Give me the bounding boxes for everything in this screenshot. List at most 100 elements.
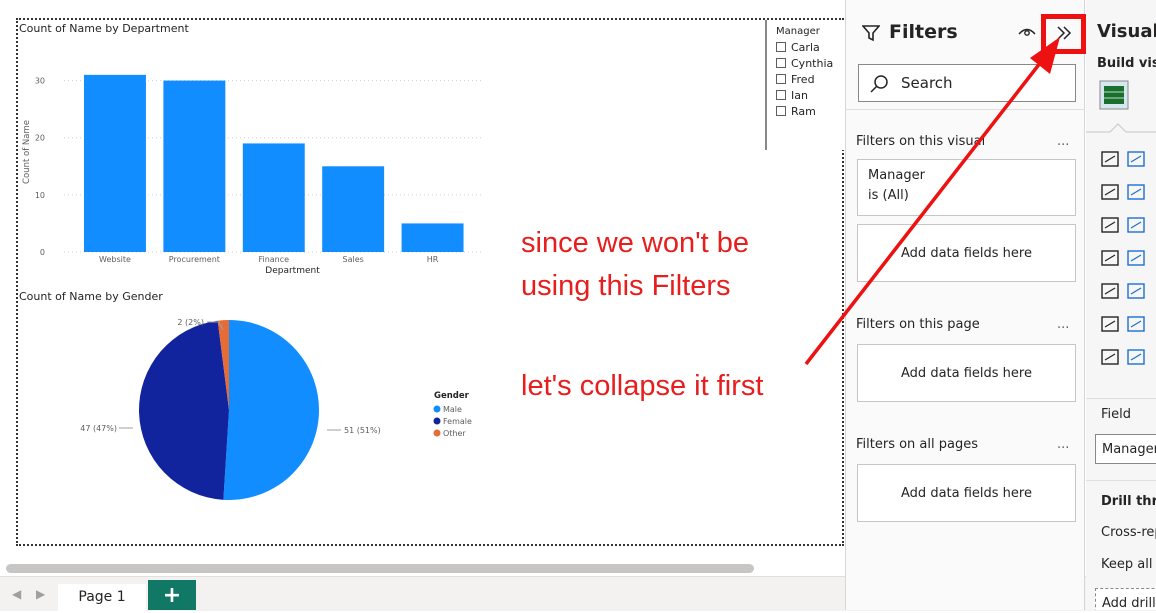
section-filters-all: Filters on all pages [856,437,978,452]
slicer-item-label: Fred [791,72,815,86]
field-well-manager[interactable]: Manager [1095,434,1156,464]
filter-icon [862,25,880,42]
bar-x-tick-label: Procurement [169,255,220,264]
pie-data-label-other: 2 (2%) [177,318,204,327]
drill-through-drop-zone[interactable]: Add drill-through fields here [1095,588,1156,610]
line-chart-icon[interactable] [1100,181,1122,203]
more-options-visual[interactable]: ... [1057,134,1069,149]
pie-slice-male[interactable] [223,320,320,500]
manager-slicer[interactable]: Manager Carla Cynthia Fred Ian Ram [765,20,847,150]
bar-y-axis-label: Count of Name [22,120,32,184]
divider [1086,480,1156,481]
bar-procurement[interactable] [163,80,226,252]
filter-card-field: Manager [868,168,925,183]
slicer-list: Carla Cynthia Fred Ian Ram [776,39,833,119]
annotation-line-3: let's collapse it first [521,370,764,402]
pane-tab-divider [1086,123,1156,133]
slicer-item-ram[interactable]: Ram [776,103,833,119]
slicer-frame [765,20,767,150]
visualizations-pane: Visualizations Build visual Field Manage… [1086,0,1156,610]
drop-zone-page[interactable]: Add data fields here [857,344,1076,402]
matrix-icon[interactable] [1126,280,1148,302]
filters-title: Filters [889,21,958,43]
more-options-page[interactable]: ... [1057,317,1069,332]
checkbox[interactable] [776,74,786,84]
slicer-item-ian[interactable]: Ian [776,87,833,103]
field-label: Field [1101,407,1132,422]
next-page-icon[interactable]: ▶ [36,587,45,601]
bar-x-tick-label: HR [427,255,439,264]
manager-filter-card[interactable]: Manager is (All) [857,159,1076,216]
map-icon[interactable] [1100,247,1122,269]
cross-report-toggle-label[interactable]: Cross-report [1101,525,1156,540]
pie-legend-title: Gender [434,391,470,401]
legend-item-male[interactable]: Male [443,405,462,414]
bar-y-tick-label: 0 [40,248,45,257]
power-apps-icon[interactable] [1100,346,1122,368]
bar-hr[interactable] [401,223,464,252]
bar-x-tick-label: Finance [258,255,289,264]
bar-x-tick-label: Sales [343,255,364,264]
horizontal-scrollbar[interactable] [6,564,754,573]
clustered-column-chart-icon[interactable] [1126,148,1148,170]
stacked-bar-chart-icon[interactable] [1100,148,1122,170]
slicer-item-label: Cynthia [791,56,834,70]
drop-zone-all[interactable]: Add data fields here [857,464,1076,522]
section-filters-page: Filters on this page [856,317,980,332]
checkbox[interactable] [776,58,786,68]
add-page-button[interactable]: + [148,580,196,610]
filled-map-icon[interactable] [1126,247,1148,269]
bar-website[interactable] [84,74,146,252]
funnel-chart-icon[interactable] [1126,214,1148,236]
divider [845,109,1085,110]
qa-visual-icon[interactable] [1126,313,1148,335]
section-filters-visual: Filters on this visual [856,134,986,149]
pie-chart[interactable]: 51 (51%) 47 (47%) 2 (2%) Gender Male Female Ot… [19,305,499,540]
prev-page-icon[interactable]: ◀ [12,587,21,601]
bar-sales[interactable] [322,166,385,252]
legend-marker-female [433,417,441,425]
drop-zone-visual[interactable]: Add data fields here [857,224,1076,282]
slicer-item-fred[interactable]: Fred [776,71,833,87]
report-canvas: Count of Name by Department 0 10 20 30 Count… [0,0,847,575]
checkbox[interactable] [776,42,786,52]
checkbox[interactable] [776,90,786,100]
drill-through-header: Drill through [1101,494,1156,509]
bar-y-tick-label: 20 [35,134,45,143]
legend-item-female[interactable]: Female [443,417,472,426]
filters-search-input[interactable]: Search [858,64,1076,102]
build-visual-tab[interactable]: Build visual [1097,56,1156,71]
visualizations-title: Visualizations [1097,21,1156,42]
eye-icon[interactable] [1018,26,1036,38]
slicer-visual-icon[interactable] [1100,280,1122,302]
checkbox[interactable] [776,106,786,116]
filter-card-state: is (All) [868,188,909,203]
pie-slice-female[interactable] [139,320,229,500]
more-options-all[interactable]: ... [1057,437,1069,452]
slicer-item-label: Carla [791,40,820,54]
slicer-item-carla[interactable]: Carla [776,39,833,55]
slicer-item-label: Ian [791,88,808,102]
search-placeholder: Search [901,74,953,92]
keep-all-filters-label[interactable]: Keep all filters [1101,557,1156,572]
power-automate-icon[interactable] [1126,346,1148,368]
bar-y-tick-label: 10 [35,191,45,200]
legend-marker-male [433,405,441,413]
bar-chart-title: Count of Name by Department [19,22,189,35]
bar-y-tick-label: 30 [35,77,45,86]
bar-finance[interactable] [242,143,305,252]
legend-item-other[interactable]: Other [443,429,466,438]
decomposition-tree-icon[interactable] [1100,313,1122,335]
pie-chart-title: Count of Name by Gender [19,290,163,303]
tab-page-1[interactable]: Page 1 [58,584,146,613]
pie-data-label-male: 51 (51%) [344,426,381,435]
pie-data-label-female: 47 (47%) [80,424,117,433]
area-chart-icon[interactable] [1126,181,1148,203]
waterfall-chart-icon[interactable] [1100,214,1122,236]
bar-chart[interactable]: 0 10 20 30 Count of Name Website Procurement Fi… [19,40,499,285]
annotation-line-2: using this Filters [521,270,731,302]
table-visual-icon[interactable] [1099,80,1129,110]
slicer-item-cynthia[interactable]: Cynthia [776,55,833,71]
search-icon [870,75,888,93]
collapse-button-highlight [1041,14,1086,54]
